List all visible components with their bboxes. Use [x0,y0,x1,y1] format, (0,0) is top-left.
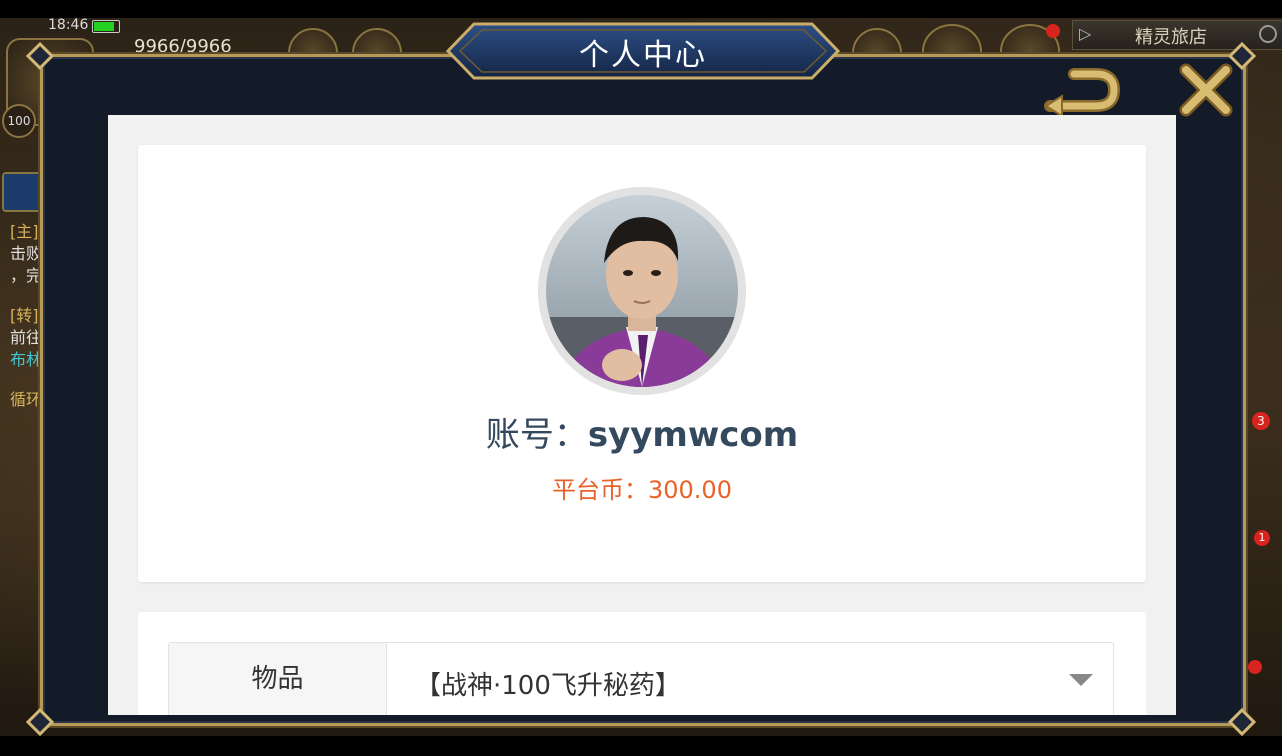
clock-time: 18:46 [48,17,89,33]
quest-line-7[interactable]: 循环 [10,386,42,410]
return-arrow-icon [1044,68,1121,118]
item-select[interactable]: 【战神·100飞升秘药】 [387,643,1113,715]
item-selected-value: 【战神·100飞升秘药】 [415,671,681,701]
inn-label-text: 精灵旅店 [1135,27,1207,48]
level-badge-text: 100 [7,114,31,128]
platform-coin-balance: 平台币：300.00 [552,476,732,504]
notification-dot [1046,24,1060,38]
avatar[interactable] [538,187,746,395]
close-icon [1179,63,1233,117]
inn-location-label[interactable]: ▷ 精灵旅店 [1072,20,1282,50]
close-button[interactable] [1178,62,1234,118]
level-badge: 100 [2,104,36,138]
bottom-bar [0,736,1282,756]
account-label: 账号： [485,415,588,455]
quest-line-2: 击败 [10,244,43,263]
battery-fill [94,22,114,31]
quest-line-5: 前往 [10,328,43,347]
expand-arrow-icon[interactable]: ▷ [1079,24,1091,43]
status-bar [0,0,1282,18]
back-button[interactable] [1044,66,1121,118]
notification-dot-2 [1248,660,1262,674]
quest-line-1[interactable]: [主] [10,218,39,242]
quest-line-3: ，完 [10,266,43,285]
battery-icon [92,20,120,33]
item-row: 物品 【战神·100飞升秘药】 [168,642,1114,715]
notification-badge-1: 3 [1252,412,1270,430]
search-icon[interactable] [1259,25,1277,43]
notification-badge-2: 1 [1254,530,1270,546]
username: syymwcom [587,415,799,455]
quest-line-4[interactable]: [转] [10,302,39,326]
dialog-content: 账号：syymwcom 平台币：300.00 物品 【战神·100飞升秘药】 [108,115,1176,715]
quest-tab-button[interactable] [2,172,42,212]
item-label: 物品 [169,643,387,715]
profile-card: 账号：syymwcom 平台币：300.00 [138,145,1146,582]
avatar-photo [538,187,746,395]
title-plate: 个人中心 [446,22,840,80]
dialog-title: 个人中心 [579,38,707,73]
chevron-down-icon[interactable] [1069,674,1093,686]
account-line: 账号：syymwcom [138,407,1146,456]
quest-line-6[interactable]: 布林 [10,346,42,370]
item-card: 物品 【战神·100飞升秘药】 [138,612,1146,715]
